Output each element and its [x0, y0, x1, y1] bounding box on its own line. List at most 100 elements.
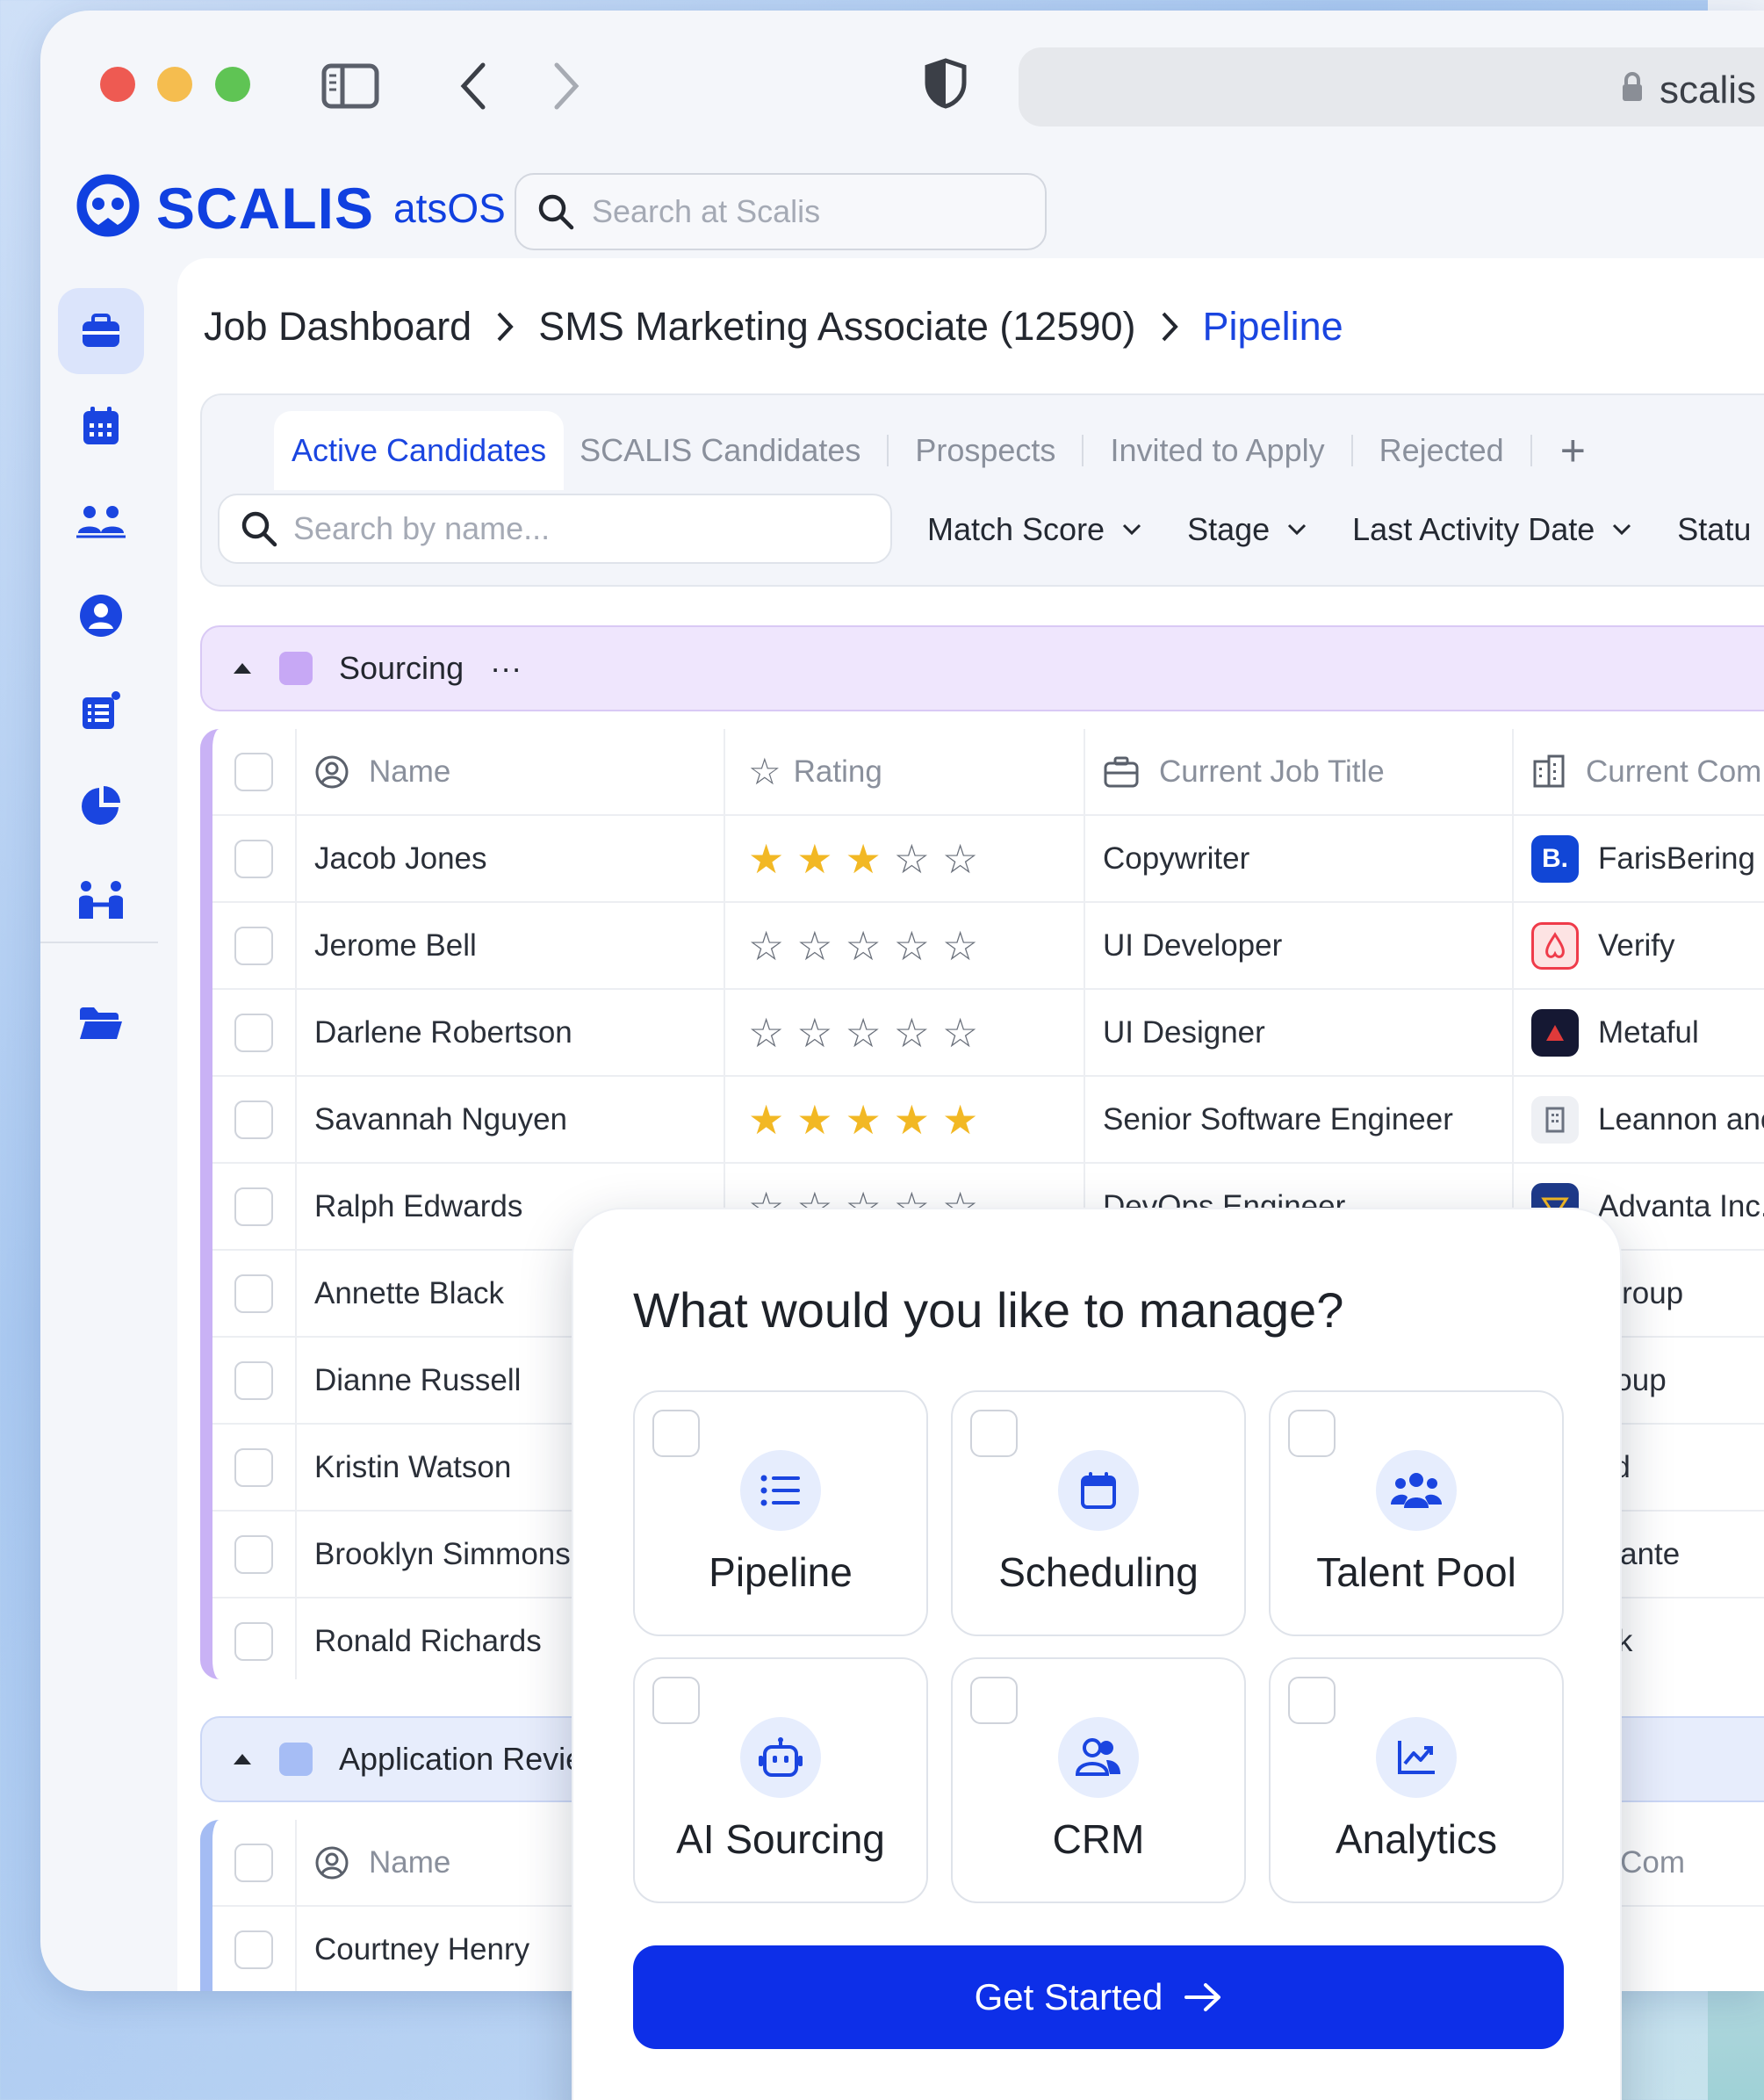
table-row[interactable]: Jerome Bell ☆ ☆ ☆ ☆ ☆ UI Developer Verify	[212, 903, 1764, 990]
star-filled-icon[interactable]: ★	[748, 1100, 784, 1140]
star-filled-icon[interactable]: ★	[748, 839, 784, 879]
tab-prospects[interactable]: Prospects	[899, 411, 1071, 490]
star-empty-icon[interactable]: ☆	[846, 1013, 882, 1053]
stage-filter[interactable]: Stage	[1187, 511, 1307, 548]
star-empty-icon[interactable]: ☆	[846, 926, 882, 966]
minimize-window-button[interactable]	[157, 67, 192, 102]
row-checkbox[interactable]	[234, 1360, 273, 1400]
star-empty-icon[interactable]: ☆	[796, 1013, 832, 1053]
candidate-rating[interactable]: ☆ ☆ ☆ ☆ ☆	[725, 903, 1085, 988]
shield-icon[interactable]	[924, 58, 968, 113]
sidebar-item-files[interactable]	[58, 980, 144, 1066]
option-checkbox[interactable]	[652, 1410, 700, 1457]
star-empty-icon[interactable]: ☆	[942, 1013, 978, 1053]
sidebar-toggle-icon[interactable]	[321, 63, 379, 113]
star-empty-icon[interactable]: ☆	[942, 839, 978, 879]
job-title-column-header[interactable]: Current Job Title	[1085, 729, 1514, 814]
star-filled-icon[interactable]: ★	[846, 839, 882, 879]
candidate-rating[interactable]: ★ ★ ★ ☆ ☆	[725, 816, 1085, 901]
forward-arrow-icon[interactable]	[551, 61, 581, 115]
rating-column-header[interactable]: ☆ Rating	[725, 729, 1085, 814]
row-checkbox[interactable]	[234, 1013, 273, 1052]
row-checkbox[interactable]	[234, 1534, 273, 1574]
option-card-ai-sourcing[interactable]: AI Sourcing	[633, 1657, 928, 1903]
option-card-analytics[interactable]: Analytics	[1269, 1657, 1564, 1903]
table-row[interactable]: Jacob Jones ★ ★ ★ ☆ ☆ Copywriter B. FarisBering	[212, 816, 1764, 903]
tab-rejected[interactable]: Rejected	[1364, 411, 1520, 490]
option-card-crm[interactable]: CRM	[951, 1657, 1246, 1903]
name-column-header[interactable]: Name	[297, 729, 725, 814]
last-activity-filter[interactable]: Last Activity Date	[1352, 511, 1631, 548]
company-column-header[interactable]: Current Com	[1514, 729, 1764, 814]
sidebar-item-calendar[interactable]	[58, 383, 144, 469]
global-search-input[interactable]: Search at Scalis	[515, 173, 1047, 250]
back-arrow-icon[interactable]	[458, 61, 488, 115]
row-checkbox[interactable]	[234, 1187, 273, 1226]
name-search-input[interactable]: Search by name...	[218, 494, 892, 564]
row-checkbox[interactable]	[234, 1447, 273, 1487]
star-empty-icon[interactable]: ☆	[894, 926, 930, 966]
option-card-pipeline[interactable]: Pipeline	[633, 1390, 928, 1636]
add-tab-plus-icon[interactable]: +	[1560, 425, 1586, 476]
sidebar-item-profile[interactable]	[58, 573, 144, 659]
breadcrumb-job[interactable]: SMS Marketing Associate (12590)	[538, 304, 1135, 350]
row-checkbox[interactable]	[234, 926, 273, 965]
breadcrumb-job-dashboard[interactable]: Job Dashboard	[204, 304, 472, 350]
sidebar-item-lists[interactable]	[58, 668, 144, 754]
get-started-label: Get Started	[974, 1976, 1163, 2017]
candidate-company: B. FarisBering	[1514, 816, 1764, 901]
option-card-scheduling[interactable]: Scheduling	[951, 1390, 1246, 1636]
maximize-window-button[interactable]	[215, 67, 250, 102]
candidate-rating[interactable]: ★ ★ ★ ★ ★	[725, 1077, 1085, 1162]
option-checkbox[interactable]	[970, 1410, 1018, 1457]
option-checkbox[interactable]	[652, 1677, 700, 1724]
star-empty-icon[interactable]: ☆	[894, 1013, 930, 1053]
star-filled-icon[interactable]: ★	[846, 1100, 882, 1140]
tab-active-candidates[interactable]: Active Candidates	[274, 411, 565, 490]
caret-up-icon[interactable]	[232, 1752, 253, 1766]
scalis-logo[interactable]: SCALIS atsOS	[72, 172, 506, 244]
candidate-name[interactable]: Jerome Bell	[297, 903, 725, 988]
table-row[interactable]: Savannah Nguyen ★ ★ ★ ★ ★ Senior Software Engi…	[212, 1077, 1764, 1164]
sidebar-item-team[interactable]	[58, 478, 144, 564]
sidebar-item-connections[interactable]	[58, 857, 144, 943]
candidate-name[interactable]: Darlene Robertson	[297, 990, 725, 1075]
star-empty-icon[interactable]: ☆	[942, 926, 978, 966]
row-select-cell	[212, 1598, 297, 1679]
star-filled-icon[interactable]: ★	[894, 1100, 930, 1140]
tab-invited-to-apply[interactable]: Invited to Apply	[1094, 411, 1340, 490]
option-checkbox[interactable]	[1288, 1410, 1336, 1457]
star-empty-icon[interactable]: ☆	[894, 839, 930, 879]
more-options-icon[interactable]: ···	[490, 650, 522, 687]
url-bar[interactable]: scalis	[1019, 47, 1764, 126]
row-checkbox[interactable]	[234, 1274, 273, 1313]
star-filled-icon[interactable]: ★	[942, 1100, 978, 1140]
row-checkbox[interactable]	[234, 1100, 273, 1139]
get-started-button[interactable]: Get Started	[633, 1945, 1564, 2049]
close-window-button[interactable]	[100, 67, 135, 102]
sidebar-item-jobs[interactable]	[58, 288, 144, 374]
star-filled-icon[interactable]: ★	[796, 839, 832, 879]
option-checkbox[interactable]	[970, 1677, 1018, 1724]
row-checkbox[interactable]	[234, 1621, 273, 1661]
option-card-talent-pool[interactable]: Talent Pool	[1269, 1390, 1564, 1636]
stage-group-sourcing[interactable]: Sourcing ···	[200, 625, 1764, 711]
candidate-name[interactable]: Jacob Jones	[297, 816, 725, 901]
star-filled-icon[interactable]: ★	[796, 1100, 832, 1140]
star-empty-icon[interactable]: ☆	[748, 1013, 784, 1053]
sidebar-item-reports[interactable]	[58, 762, 144, 848]
candidate-name[interactable]: Savannah Nguyen	[297, 1077, 725, 1162]
tab-scalis-candidates[interactable]: SCALIS Candidates	[564, 411, 876, 490]
select-all-checkbox[interactable]	[234, 1843, 273, 1882]
star-empty-icon[interactable]: ☆	[748, 926, 784, 966]
row-checkbox[interactable]	[234, 839, 273, 878]
option-checkbox[interactable]	[1288, 1677, 1336, 1724]
candidate-rating[interactable]: ☆ ☆ ☆ ☆ ☆	[725, 990, 1085, 1075]
select-all-checkbox[interactable]	[234, 752, 273, 791]
status-filter[interactable]: Statu	[1677, 511, 1751, 548]
match-score-filter[interactable]: Match Score	[927, 511, 1141, 548]
caret-up-icon[interactable]	[232, 661, 253, 675]
table-row[interactable]: Darlene Robertson ☆ ☆ ☆ ☆ ☆ UI Designer Metaful	[212, 990, 1764, 1077]
row-checkbox[interactable]	[234, 1930, 273, 1969]
star-empty-icon[interactable]: ☆	[796, 926, 832, 966]
